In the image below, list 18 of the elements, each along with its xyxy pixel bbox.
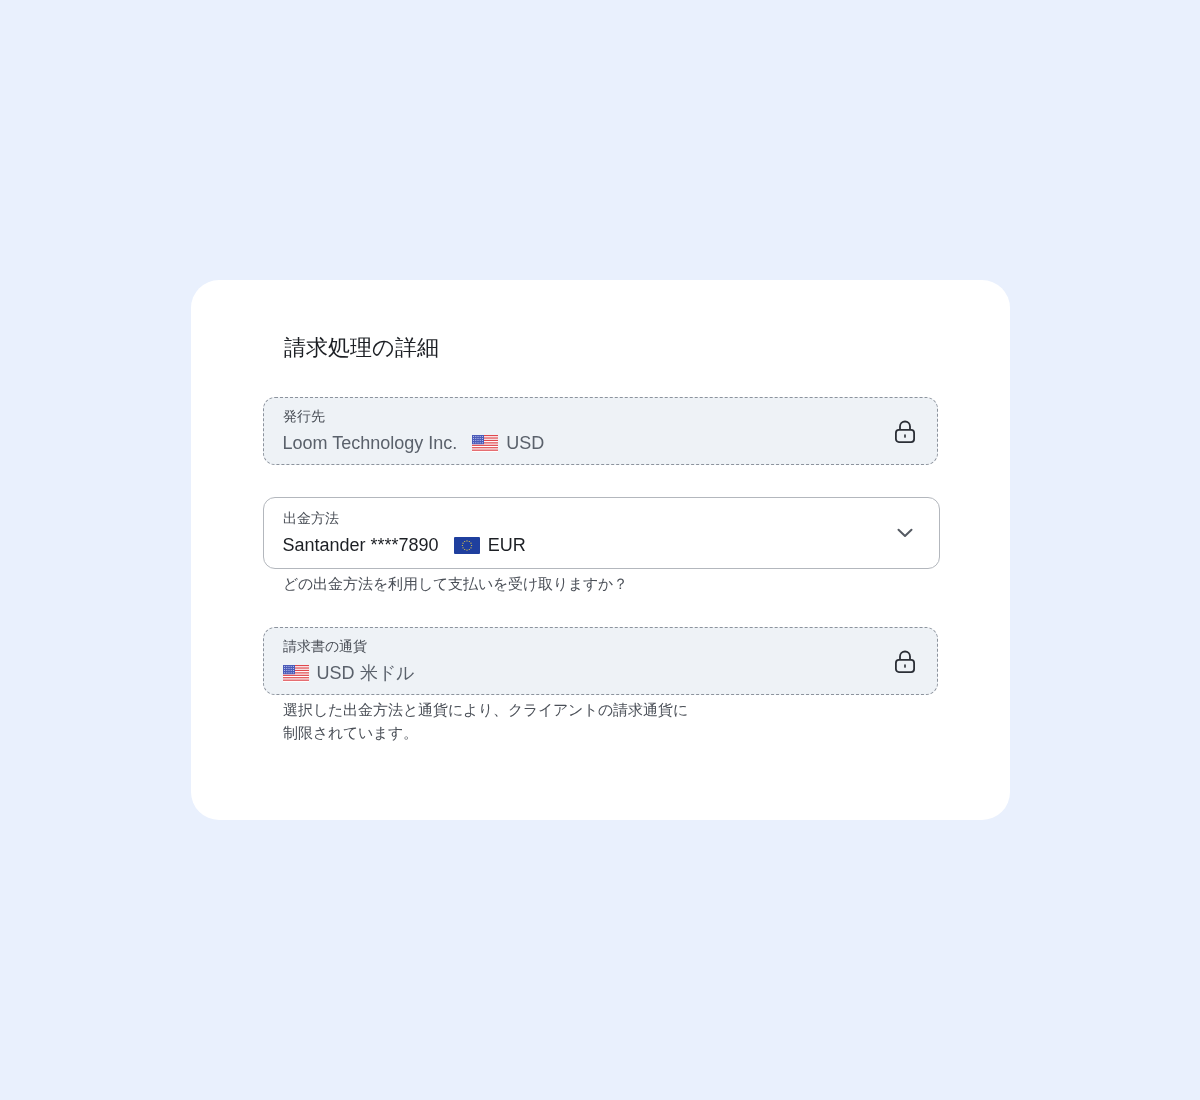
card-title: 請求処理の詳細 [283, 334, 439, 362]
field-label: 発行先 [282, 407, 325, 426]
field-label: 出金方法 [282, 509, 339, 528]
dropdown-field[interactable]: 出金方法 Santander ****7890 EUR [262, 497, 940, 569]
helper-text: どの出金方法を利用して支払いを受け取りますか？ [282, 574, 628, 594]
field-label: 請求書の通貨 [282, 637, 367, 656]
field-value: USD 米ドル [316, 662, 414, 685]
lock-icon [893, 419, 916, 443]
us-flag-icon [282, 664, 309, 682]
field-value: USD [506, 432, 545, 455]
field-value: Santander ****7890 [282, 534, 439, 557]
lock-icon [893, 649, 916, 673]
us-flag-icon [472, 434, 499, 452]
eu-flag-icon [453, 536, 480, 554]
field-value: EUR [487, 534, 526, 557]
chevron-down-icon [896, 528, 913, 538]
helper-text: 選択した出金方法と通貨により、クライアントの請求通貨に制限されています。 [282, 700, 689, 743]
field-value: Loom Technology Inc. [282, 432, 458, 455]
